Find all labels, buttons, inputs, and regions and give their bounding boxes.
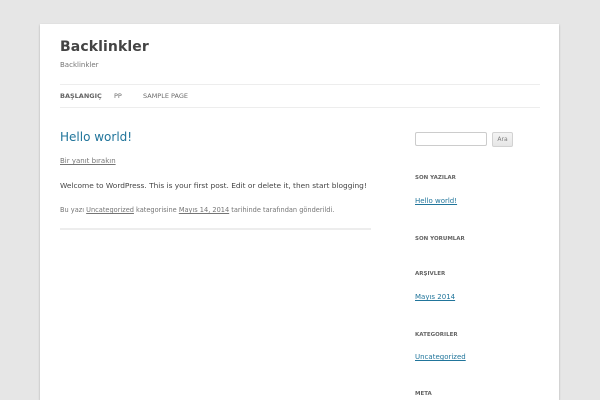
widget-title-archives: ARŞIVLER <box>415 271 446 277</box>
recent-post-link[interactable]: Hello world! <box>415 197 457 205</box>
meta-suffix: tarihinde tarafından gönderildi. <box>231 206 335 214</box>
widget-title-meta: META <box>415 391 432 397</box>
post-title[interactable]: Hello world! <box>60 130 132 144</box>
post-divider <box>60 228 371 230</box>
nav-item-baslangic[interactable]: BAŞLANGIÇ <box>60 92 102 100</box>
meta-prefix: Bu yazı <box>60 206 85 214</box>
post-content: Welcome to WordPress. This is your first… <box>60 181 367 190</box>
widget-title-categories: KATEGORILER <box>415 332 458 338</box>
search-input[interactable] <box>415 132 487 146</box>
meta-middle: kategorisine <box>136 206 177 214</box>
nav-item-sample-page[interactable]: SAMPLE PAGE <box>143 92 188 100</box>
date-link[interactable]: Mayıs 14, 2014 <box>179 206 229 214</box>
site-description: Backlinkler <box>60 61 99 69</box>
page-container: Backlinkler Backlinkler BAŞLANGIÇ PP SAM… <box>40 24 559 400</box>
category-link[interactable]: Uncategorized <box>86 206 134 214</box>
search-button[interactable]: Ara <box>492 132 513 147</box>
main-navigation: BAŞLANGIÇ PP SAMPLE PAGE <box>60 84 540 108</box>
leave-reply-link[interactable]: Bir yanıt bırakın <box>60 157 116 165</box>
category-widget-link[interactable]: Uncategorized <box>415 353 466 361</box>
post-meta: Bu yazı Uncategorized kategorisine Mayıs… <box>60 206 334 214</box>
archive-link[interactable]: Mayıs 2014 <box>415 293 455 301</box>
site-title[interactable]: Backlinkler <box>60 39 149 55</box>
nav-item-pp[interactable]: PP <box>114 92 122 100</box>
widget-title-recent-posts: SON YAZILAR <box>415 175 456 181</box>
widget-title-recent-comments: SON YORUMLAR <box>415 236 465 242</box>
